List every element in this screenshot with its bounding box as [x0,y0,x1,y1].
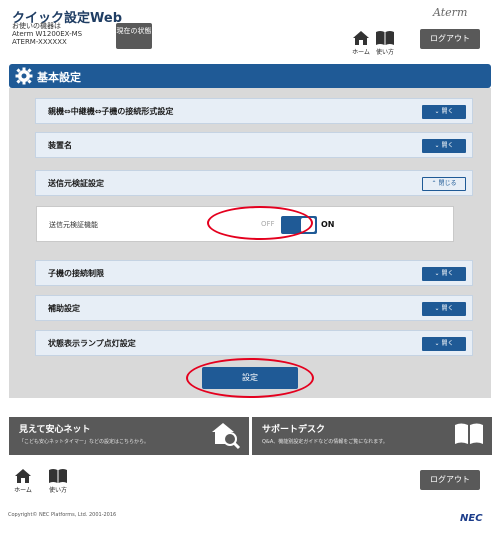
accordion-connection-limit[interactable]: 子機の接続制限 ⌄ 開く [35,260,473,286]
footer-home-nav[interactable]: ホーム [13,468,33,494]
accordion-connection-type[interactable]: 親機⇔中継機⇔子機の接続形式設定 ⌄ 開く [35,98,473,124]
toggle-off-label: OFF [261,220,275,228]
header: クイック設定Web お使いの機器は Aterm W1200EX-MS ATERM… [0,0,500,60]
source-verification-panel: 送信元検証機能 OFF ON [36,206,454,242]
section-header: 基本設定 [9,64,491,88]
device-info: お使いの機器は Aterm W1200EX-MS ATERM-XXXXXX [12,22,82,46]
accordion-status-lamp[interactable]: 状態表示ランプ点灯設定 ⌄ 開く [35,330,473,356]
promo-support-desk[interactable]: サポートデスク Q&A、機能別設定ガイドなどの情報をご覧になれます。 [252,417,492,455]
house-search-icon [212,423,241,450]
manual-nav[interactable]: 使い方 [375,30,395,56]
section-title: 基本設定 [37,71,81,84]
toggle-knob [301,218,315,232]
copyright: Copyright© NEC Platforms, Ltd. 2001-2016 [8,512,117,518]
accordion-label: 装置名 [48,141,72,150]
promo-title: サポートデスク [262,425,326,435]
source-verification-label: 送信元検証機能 [49,221,98,229]
open-button[interactable]: ⌄ 開く [422,337,466,351]
accordion-device-name[interactable]: 装置名 ⌄ 開く [35,132,473,158]
device-model: Aterm W1200EX-MS [12,30,83,38]
footer-manual-nav[interactable]: 使い方 [48,468,68,494]
book-icon [49,469,67,483]
open-button[interactable]: ⌄ 開く [422,267,466,281]
promo-desc: 「こども安心ネットタイマー」などの設定はこちらから。 [19,439,150,445]
accordion-label: 親機⇔中継機⇔子機の接続形式設定 [48,107,174,116]
promo-title: 見えて安心ネット [19,425,91,435]
promo-desc: Q&A、機能別設定ガイドなどの情報をご覧になれます。 [262,439,388,445]
open-button[interactable]: ⌄ 開く [422,105,466,119]
accordion-auxiliary[interactable]: 補助設定 ⌄ 開く [35,295,473,321]
book-icon [376,31,394,45]
apply-button[interactable]: 設定 [202,367,298,389]
manual-label: 使い方 [48,487,67,494]
footer-logout-button[interactable]: ログアウト [420,470,480,490]
toggle-switch[interactable] [281,216,317,234]
current-status-button[interactable]: 現在の状態 [116,23,152,49]
nec-logo: NEC [460,513,483,524]
device-caption: お使いの機器は [12,22,61,30]
home-nav[interactable]: ホーム [351,30,371,56]
aterm-logo: Aterm [433,6,468,19]
accordion-label: 子機の接続制限 [48,269,104,278]
home-icon [353,31,369,45]
accordion-label: 補助設定 [48,304,80,313]
open-button[interactable]: ⌄ 開く [422,302,466,316]
source-verification-toggle[interactable]: OFF ON [261,216,335,234]
book-icon [455,423,483,444]
toggle-on-label: ON [321,220,335,229]
manual-label: 使い方 [375,49,394,56]
open-button[interactable]: ⌄ 開く [422,139,466,153]
gear-icon [15,67,33,85]
home-label: ホーム [14,487,32,494]
close-button[interactable]: ⌃ 閉じる [422,177,466,191]
accordion-label: 状態表示ランプ点灯設定 [48,339,136,348]
promo-mieru-anshin[interactable]: 見えて安心ネット 「こども安心ネットタイマー」などの設定はこちらから。 [9,417,249,455]
logout-button[interactable]: ログアウト [420,29,480,49]
device-ssid: ATERM-XXXXXX [12,38,67,46]
accordion-source-verification[interactable]: 送信元検証設定 ⌃ 閉じる [35,170,473,196]
home-icon [15,469,31,483]
accordion-label: 送信元検証設定 [48,179,104,188]
home-label: ホーム [352,49,370,56]
